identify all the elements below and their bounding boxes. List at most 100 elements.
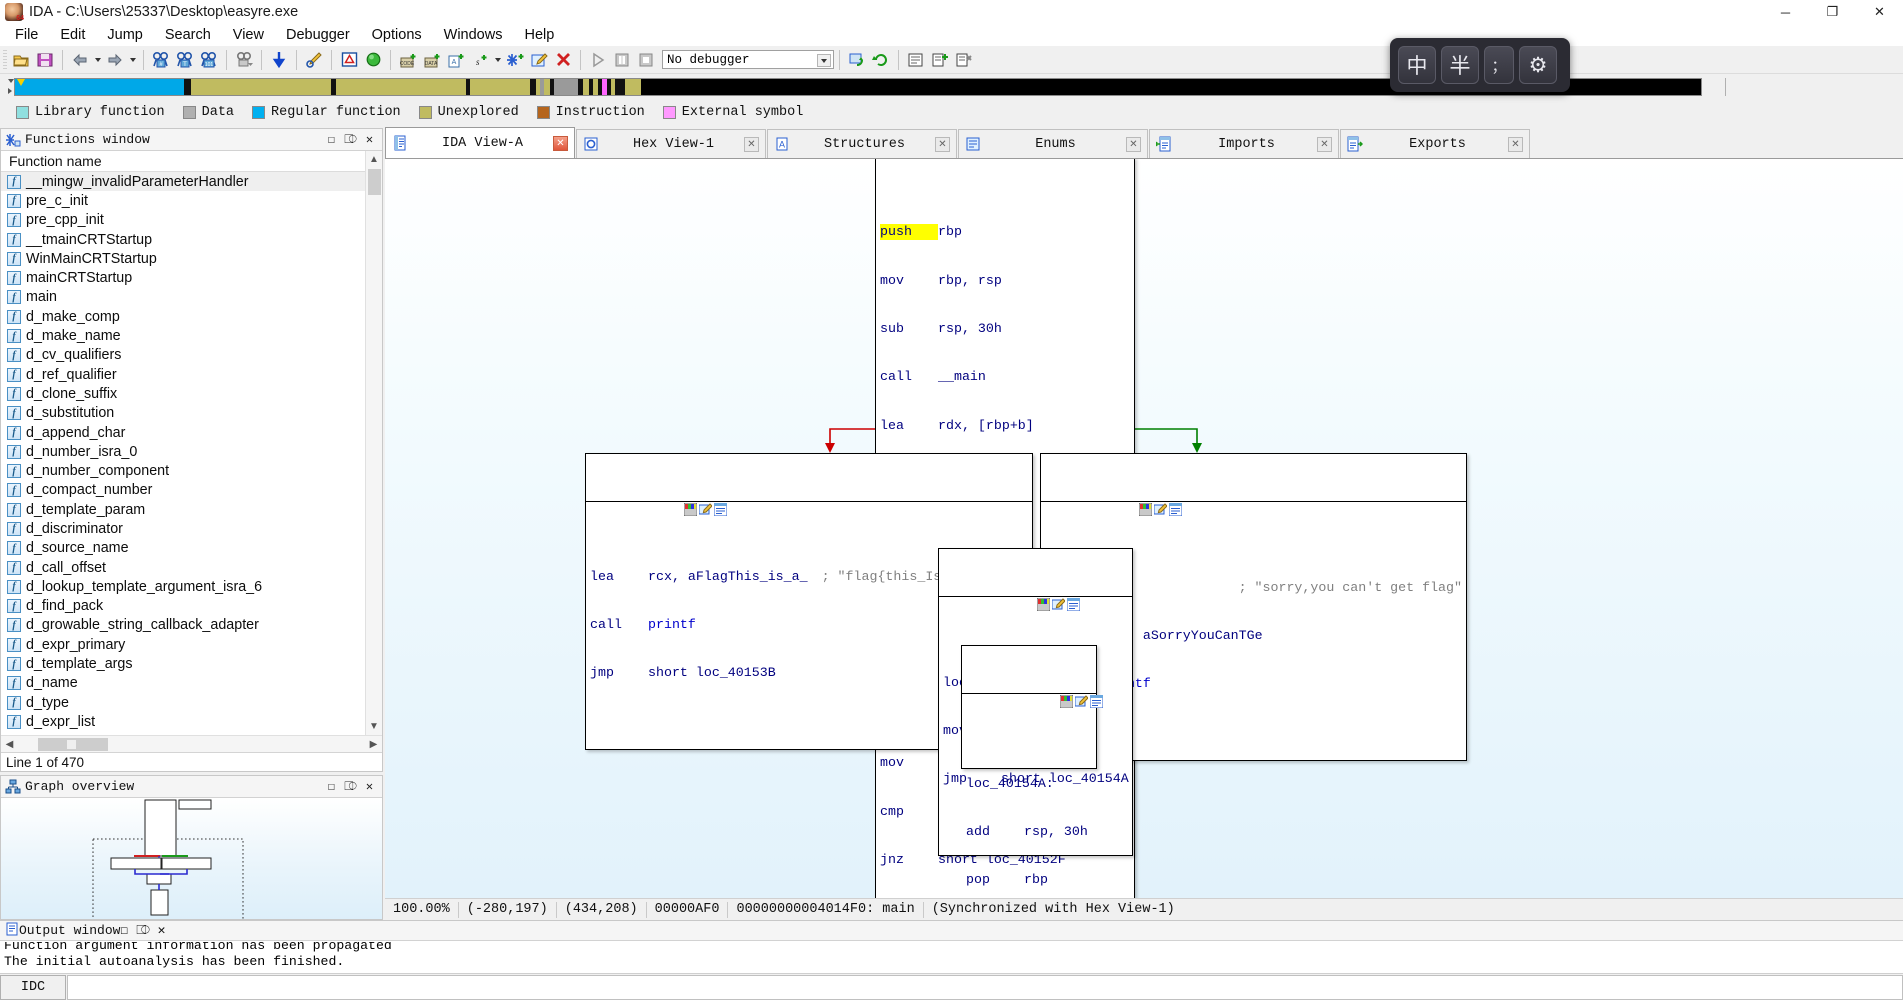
list-item[interactable]: f pre_cpp_init bbox=[1, 211, 365, 230]
asm-line[interactable]: push rbp bbox=[880, 224, 1130, 241]
toolbar-grip[interactable] bbox=[3, 49, 7, 70]
ime-settings-gear-icon[interactable]: ⚙ bbox=[1519, 46, 1557, 84]
menu-jump[interactable]: Jump bbox=[96, 25, 153, 45]
edit-node-icon[interactable] bbox=[979, 679, 1089, 707]
list-item[interactable]: f d_discriminator bbox=[1, 519, 365, 538]
menu-search[interactable]: Search bbox=[154, 25, 222, 45]
menu-windows[interactable]: Windows bbox=[433, 25, 514, 45]
forward-dropdown-icon[interactable] bbox=[127, 48, 138, 72]
make-data-icon[interactable]: DATA bbox=[420, 48, 444, 72]
breakpoint-list-icon[interactable] bbox=[904, 48, 928, 72]
ime-width-mode-button[interactable]: 半 bbox=[1441, 46, 1479, 84]
asm-line[interactable]: add rsp, 30h bbox=[966, 824, 1092, 840]
refresh-icon[interactable] bbox=[869, 48, 893, 72]
list-item[interactable]: f d_number_isra_0 bbox=[1, 442, 365, 461]
close-icon[interactable]: ✕ bbox=[935, 136, 950, 152]
output-window-log[interactable]: Function argument information has been p… bbox=[0, 942, 1903, 972]
node-properties-icon[interactable] bbox=[1073, 487, 1183, 517]
key-patch-icon[interactable] bbox=[302, 48, 326, 72]
close-button[interactable]: ✕ bbox=[1856, 0, 1903, 24]
graph-overview-close-icon[interactable]: ✕ bbox=[360, 778, 379, 796]
close-icon[interactable]: ✕ bbox=[553, 135, 568, 151]
idc-language-button[interactable]: IDC bbox=[0, 974, 66, 1000]
list-item[interactable]: f d_make_name bbox=[1, 326, 365, 345]
scroll-thumb[interactable] bbox=[368, 169, 381, 195]
menu-help[interactable]: Help bbox=[513, 25, 565, 45]
list-item[interactable]: f d_find_pack bbox=[1, 597, 365, 616]
list-item[interactable]: f pre_c_init bbox=[1, 191, 365, 210]
delete-icon[interactable] bbox=[551, 48, 575, 72]
node-properties-icon[interactable] bbox=[618, 487, 728, 517]
debug-run-icon[interactable] bbox=[586, 48, 610, 72]
make-struct-icon[interactable]: s bbox=[468, 48, 492, 72]
close-icon[interactable]: ✕ bbox=[1126, 136, 1141, 152]
color-palette-icon[interactable] bbox=[964, 679, 1074, 709]
edit-function-icon[interactable] bbox=[527, 48, 551, 72]
functions-column-header[interactable]: Function name bbox=[1, 151, 382, 172]
struct-dropdown-icon[interactable] bbox=[492, 48, 503, 72]
debugger-select[interactable]: No debugger bbox=[662, 50, 834, 69]
tab-exports[interactable]: Exports ✕ bbox=[1340, 129, 1530, 158]
warning-icon[interactable] bbox=[337, 48, 361, 72]
disassembly-graph-canvas[interactable]: push rbp mov rbp, rsp sub rsp, 30h call __ma… bbox=[385, 159, 1903, 898]
functions-vertical-scrollbar[interactable]: ▲ ▼ bbox=[365, 151, 382, 735]
search-hash-icon[interactable]: # bbox=[149, 48, 173, 72]
graph-overview-maximize-icon[interactable]: ☐ bbox=[322, 778, 341, 796]
menu-edit[interactable]: Edit bbox=[49, 25, 96, 45]
run-green-icon[interactable] bbox=[361, 48, 385, 72]
add-breakpoint-icon[interactable] bbox=[928, 48, 952, 72]
list-item[interactable]: f d_clone_suffix bbox=[1, 384, 365, 403]
debug-pause-icon[interactable] bbox=[610, 48, 634, 72]
functions-window-close-icon[interactable]: ✕ bbox=[360, 131, 379, 149]
menu-options[interactable]: Options bbox=[361, 25, 433, 45]
minimize-button[interactable]: ─ bbox=[1762, 0, 1809, 24]
list-item[interactable]: f d_number_component bbox=[1, 461, 365, 480]
asm-line[interactable]: mov rbp, rsp bbox=[880, 273, 1130, 289]
hscroll-thumb[interactable] bbox=[38, 737, 108, 751]
tab-imports[interactable]: Imports ✕ bbox=[1149, 129, 1339, 158]
list-item[interactable]: f d_template_args bbox=[1, 654, 365, 673]
list-item[interactable]: f __tmainCRTStartup bbox=[1, 230, 365, 249]
list-item[interactable]: f d_substitution bbox=[1, 404, 365, 423]
list-item[interactable]: f __mingw_invalidParameterHandler bbox=[1, 172, 365, 192]
list-item[interactable]: f d_ref_qualifier bbox=[1, 365, 365, 384]
scroll-left-icon[interactable]: ◀ bbox=[1, 739, 18, 750]
list-item[interactable]: f d_name bbox=[1, 674, 365, 693]
asm-line[interactable]: pop rbp bbox=[966, 872, 1092, 888]
edit-node-icon[interactable] bbox=[603, 487, 713, 515]
attach-process-icon[interactable] bbox=[845, 48, 869, 72]
edit-node-icon[interactable] bbox=[1058, 487, 1168, 515]
tab-enums[interactable]: Enums ✕ bbox=[958, 129, 1148, 158]
menu-file[interactable]: File bbox=[4, 25, 49, 45]
list-item[interactable]: f d_expr_primary bbox=[1, 635, 365, 654]
edit-node-icon[interactable] bbox=[956, 582, 1066, 610]
tab-hex-view-1[interactable]: Hex View-1 ✕ bbox=[576, 129, 766, 158]
ime-punctuation-button[interactable]: ； bbox=[1484, 46, 1514, 84]
debug-stop-icon[interactable] bbox=[634, 48, 658, 72]
menu-debugger[interactable]: Debugger bbox=[275, 25, 361, 45]
search-next-icon[interactable] bbox=[232, 48, 256, 72]
make-array-icon[interactable]: A bbox=[444, 48, 468, 72]
back-dropdown-icon[interactable] bbox=[92, 48, 103, 72]
color-palette-icon[interactable] bbox=[1043, 487, 1153, 517]
output-window-float-icon[interactable]: ⎄ bbox=[136, 923, 150, 938]
graph-overview-float-icon[interactable]: ⎄ bbox=[341, 778, 360, 796]
asm-line[interactable]: lea rdx, [rbp+b] bbox=[880, 418, 1130, 434]
chevron-down-icon[interactable] bbox=[817, 54, 831, 67]
open-file-icon[interactable] bbox=[9, 48, 33, 72]
list-item[interactable]: f d_make_comp bbox=[1, 307, 365, 326]
remove-breakpoint-icon[interactable] bbox=[952, 48, 976, 72]
output-window-maximize-icon[interactable]: ☐ bbox=[120, 923, 128, 938]
scroll-right-icon[interactable]: ▶ bbox=[365, 739, 382, 750]
list-item[interactable]: f d_source_name bbox=[1, 539, 365, 558]
functions-list[interactable]: f __mingw_invalidParameterHandler f pre_c_… bbox=[1, 172, 365, 735]
list-item[interactable]: f main bbox=[1, 288, 365, 307]
maximize-button[interactable]: ❐ bbox=[1809, 0, 1856, 24]
graph-overview-canvas[interactable] bbox=[1, 798, 382, 919]
scroll-up-icon[interactable]: ▲ bbox=[366, 151, 382, 168]
list-item[interactable]: f d_lookup_template_argument_isra_6 bbox=[1, 577, 365, 596]
color-palette-icon[interactable] bbox=[588, 487, 698, 517]
asm-line[interactable]: call __main bbox=[880, 369, 1130, 385]
search-bytes-icon[interactable]: 101 bbox=[197, 48, 221, 72]
asm-label-line[interactable]: loc_40154A: bbox=[966, 776, 1092, 792]
